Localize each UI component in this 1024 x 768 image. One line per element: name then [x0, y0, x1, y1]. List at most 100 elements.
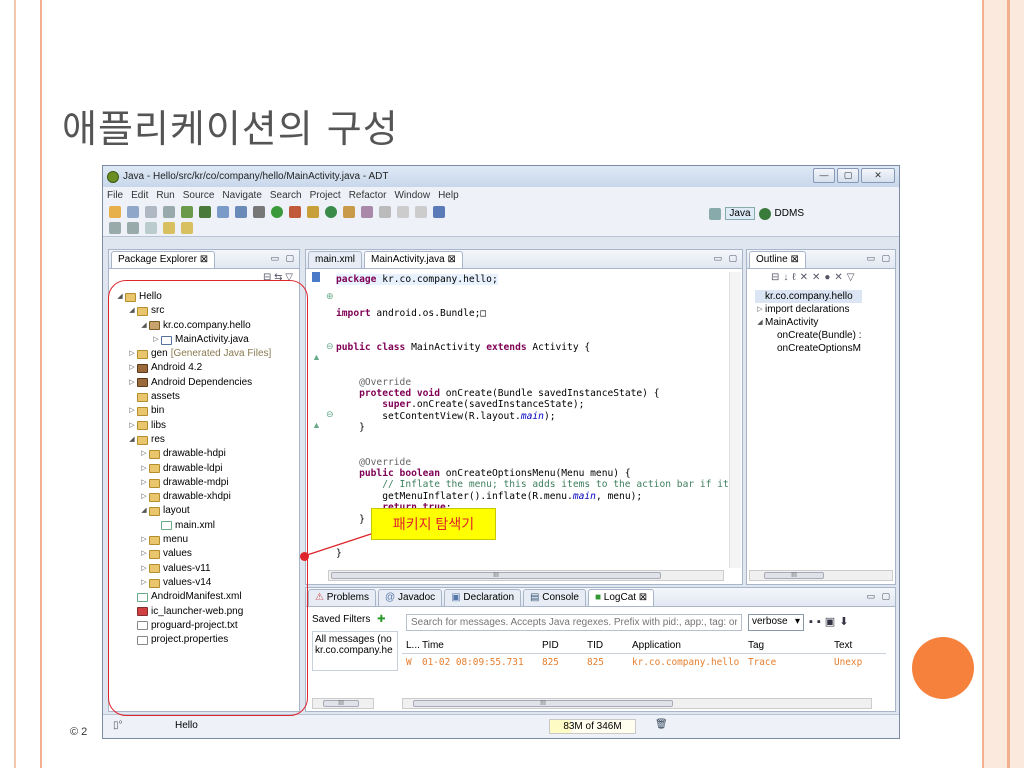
tab-package-explorer[interactable]: Package Explorer ⊠	[111, 251, 216, 268]
filters-horizontal-scrollbar[interactable]: III	[312, 698, 374, 709]
expanded-twisty-icon[interactable]: ◢	[755, 316, 765, 329]
status-bar: ▯° Hello 83M of 346M 🗑	[103, 714, 899, 738]
decorative-circle	[912, 637, 974, 699]
filter-all-messages[interactable]: All messages (no	[315, 634, 395, 645]
menu-help[interactable]: Help	[438, 190, 459, 201]
col-tid[interactable]: TID	[583, 640, 628, 651]
tab-console[interactable]: ▤ Console	[523, 589, 586, 606]
annotation-icon[interactable]	[379, 206, 391, 218]
heap-status[interactable]: 83M of 346M	[549, 719, 636, 734]
save-all-icon[interactable]	[145, 206, 157, 218]
block-selection-icon[interactable]	[397, 206, 409, 218]
tab-mainactivity-java[interactable]: MainActivity.java ⊠	[364, 251, 463, 268]
save-icon[interactable]	[127, 206, 139, 218]
menu-window[interactable]: Window	[394, 190, 430, 201]
run-icon[interactable]	[271, 206, 283, 218]
back-arrow-icon[interactable]	[163, 222, 175, 234]
col-time[interactable]: Time	[418, 640, 538, 651]
table-row[interactable]: W 01-02 08:09:55.731 825 825 kr.co.compa…	[402, 654, 886, 670]
tab-problems[interactable]: ⚠ Problems	[308, 589, 376, 606]
ddms-perspective-button[interactable]: DDMS	[775, 208, 804, 219]
android-sdk-manager-icon[interactable]	[181, 206, 193, 218]
print-icon[interactable]	[163, 206, 175, 218]
tree-item[interactable]: onCreateOptionsM	[755, 342, 862, 355]
tab-declaration[interactable]: ▣ Declaration	[444, 589, 522, 606]
menu-edit[interactable]: Edit	[131, 190, 148, 201]
new-class-icon[interactable]	[325, 206, 337, 218]
menu-run[interactable]: Run	[156, 190, 174, 201]
col-text[interactable]: Text	[830, 640, 882, 651]
col-tag[interactable]: Tag	[744, 640, 830, 651]
tab-logcat[interactable]: ■ LogCat ⊠	[587, 589, 655, 606]
scroll-thumb[interactable]: III	[413, 700, 673, 707]
collapsed-twisty-icon[interactable]: ▷	[755, 303, 765, 316]
last-edit-icon[interactable]	[145, 222, 157, 234]
minimize-maximize-icon[interactable]: ▭ ▢	[866, 591, 892, 602]
logcat-search-input[interactable]	[406, 614, 742, 631]
tab-main-xml[interactable]: main.xml	[308, 251, 363, 268]
package-explorer-callout: 패키지 탐색기	[371, 508, 496, 540]
tree-item[interactable]: onCreate(Bundle) :	[755, 329, 862, 342]
fold-icon[interactable]: ⊕	[326, 291, 334, 302]
menu-refactor[interactable]: Refactor	[349, 190, 387, 201]
col-level[interactable]: L...	[402, 640, 420, 651]
tab-outline[interactable]: Outline ⊠	[749, 251, 806, 268]
debug-icon[interactable]	[253, 206, 265, 218]
editor-vertical-scrollbar[interactable]	[729, 272, 741, 568]
open-type-icon[interactable]	[343, 206, 355, 218]
trash-icon[interactable]: 🗑	[655, 719, 668, 730]
tab-javadoc[interactable]: @ Javadoc	[378, 589, 443, 606]
minimize-maximize-icon[interactable]: ▭ ▢	[270, 253, 296, 264]
col-application[interactable]: Application	[628, 640, 744, 651]
maximize-button[interactable]: ▢	[837, 168, 859, 183]
menu-file[interactable]: File	[107, 190, 123, 201]
search-icon[interactable]	[361, 206, 373, 218]
minimize-maximize-icon[interactable]: ▭ ▢	[866, 253, 892, 264]
menu-search[interactable]: Search	[270, 190, 302, 201]
scroll-thumb[interactable]: III	[764, 572, 824, 579]
java-perspective-button[interactable]: Java	[725, 207, 755, 220]
forward-arrow-icon[interactable]	[181, 222, 193, 234]
previous-annotation-icon[interactable]	[127, 222, 139, 234]
slide-footer: © 2	[70, 726, 88, 738]
logcat-horizontal-scrollbar[interactable]: III	[402, 698, 872, 709]
filter-app[interactable]: kr.co.company.he	[315, 645, 395, 656]
new-icon[interactable]	[109, 206, 121, 218]
logcat-action-icons[interactable]: ▪▪▣⬇	[809, 615, 852, 628]
editor-horizontal-scrollbar[interactable]: III	[328, 570, 724, 581]
new-android-project-icon[interactable]	[235, 206, 247, 218]
declaration-icon: ▣	[451, 592, 464, 603]
menu-bar: File Edit Run Source Navigate Search Pro…	[103, 187, 899, 203]
scroll-thumb[interactable]: III	[331, 572, 661, 579]
next-annotation-icon[interactable]	[109, 222, 121, 234]
show-whitespace-icon[interactable]	[415, 206, 427, 218]
menu-source[interactable]: Source	[183, 190, 215, 201]
scroll-thumb[interactable]: III	[323, 700, 359, 707]
open-perspective-icon[interactable]	[709, 207, 722, 220]
chevron-down-icon: ▾	[794, 616, 800, 627]
android-avd-manager-icon[interactable]	[199, 206, 211, 218]
external-tools-icon[interactable]	[289, 206, 301, 218]
outline-horizontal-scrollbar[interactable]: III	[749, 570, 893, 581]
tree-item[interactable]: kr.co.company.hello	[755, 290, 862, 303]
saved-filters-header: Saved Filters ✚	[312, 614, 398, 625]
logcat-icon: ■	[594, 592, 604, 603]
menu-navigate[interactable]: Navigate	[222, 190, 261, 201]
outline-toolbar-icons[interactable]: ⊟↓ℓ✕✕●✕▽	[771, 272, 858, 283]
close-button[interactable]: ✕	[861, 168, 895, 183]
minimize-maximize-icon[interactable]: ▭ ▢	[713, 253, 739, 264]
fold-icon[interactable]: ⊖	[326, 341, 334, 352]
log-level-select[interactable]: verbose ▾	[748, 614, 804, 631]
minimize-button[interactable]: —	[813, 168, 835, 183]
tree-item-label: MainActivity	[765, 317, 819, 328]
pin-icon[interactable]	[433, 206, 445, 218]
tree-item[interactable]: ▷ import declarations	[755, 303, 862, 316]
new-java-project-icon[interactable]	[307, 206, 319, 218]
menu-project[interactable]: Project	[310, 190, 341, 201]
col-pid[interactable]: PID	[538, 640, 583, 651]
fast-view-icon[interactable]: ▯°	[113, 720, 123, 731]
tree-item[interactable]: ◢ MainActivity	[755, 316, 862, 329]
fold-icon[interactable]: ⊖	[326, 409, 334, 420]
add-filter-icon[interactable]: ✚	[377, 614, 385, 625]
lint-icon[interactable]	[217, 206, 229, 218]
